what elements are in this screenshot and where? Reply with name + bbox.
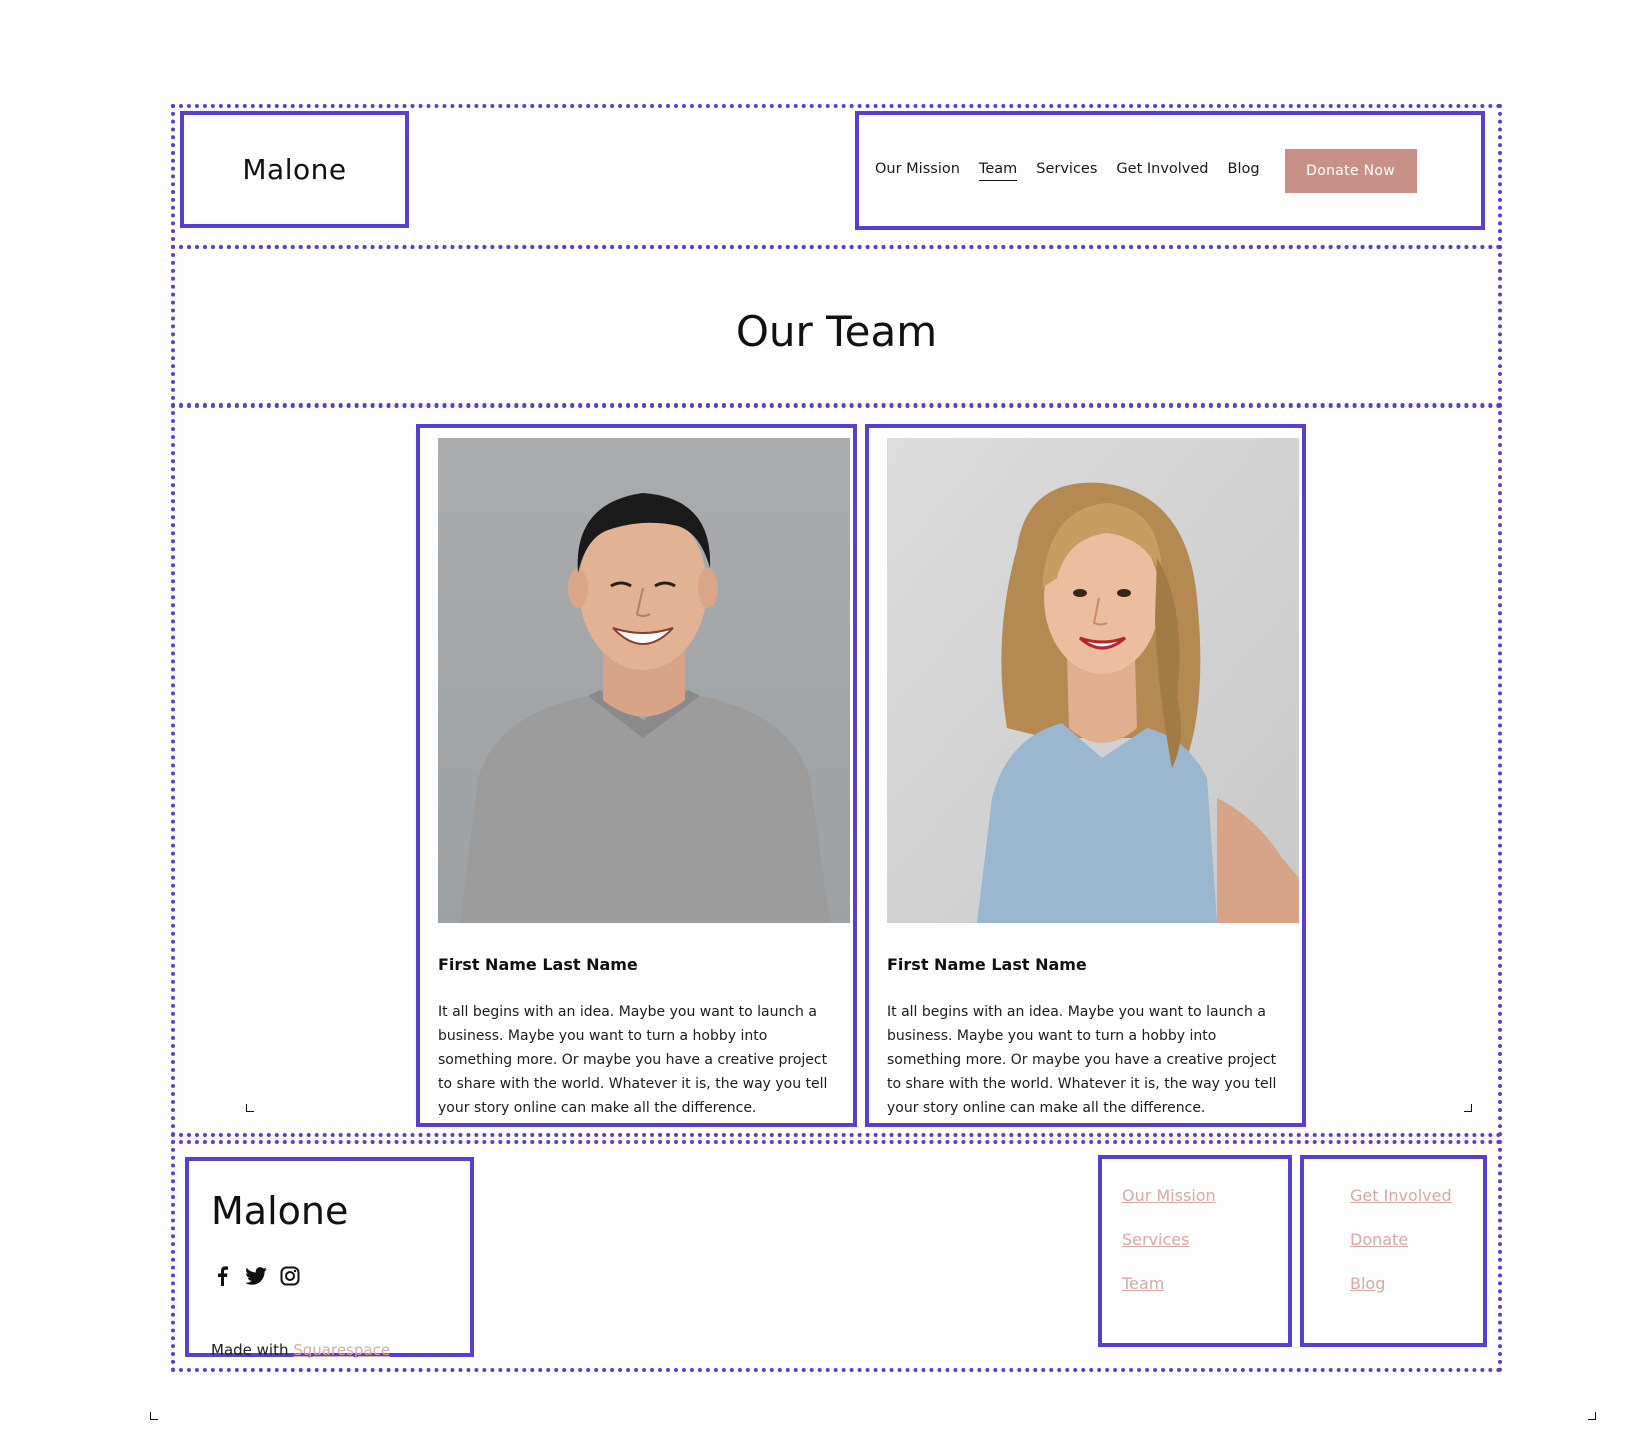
made-with-prefix: Made with <box>211 1341 294 1359</box>
footer-link-blog[interactable]: Blog <box>1350 1273 1483 1295</box>
nav-item-get-involved[interactable]: Get Involved <box>1116 161 1208 180</box>
instagram-icon[interactable] <box>279 1265 301 1287</box>
nav-item-services[interactable]: Services <box>1036 161 1097 180</box>
corner-mark <box>246 1104 254 1112</box>
corner-mark <box>1588 1412 1596 1420</box>
team-member-photo-woman <box>887 438 1299 923</box>
twitter-icon[interactable] <box>245 1265 267 1287</box>
footer-link-our-mission[interactable]: Our Mission <box>1122 1185 1288 1207</box>
nav-item-blog[interactable]: Blog <box>1228 161 1260 180</box>
team-member-name: First Name Last Name <box>887 955 1087 974</box>
main-nav: Our Mission Team Services Get Involved B… <box>855 111 1485 230</box>
footer-logo[interactable]: Malone <box>211 1189 348 1233</box>
footer-brand-box: Malone Made with Squarespace <box>185 1157 474 1359</box>
nav-item-our-mission[interactable]: Our Mission <box>875 161 960 180</box>
team-member-bio: It all begins with an idea. Maybe you wa… <box>887 1004 1277 1116</box>
site-logo[interactable]: Malone <box>242 153 346 186</box>
team-member-card: First Name Last Name It all begins with … <box>416 424 857 1127</box>
nav-item-team[interactable]: Team <box>978 161 1018 181</box>
donate-now-button[interactable]: Donate Now <box>1284 148 1417 193</box>
team-member-photo-man <box>438 438 850 923</box>
made-with-credit: Made with Squarespace <box>211 1341 390 1359</box>
social-links <box>211 1265 301 1287</box>
corner-mark <box>150 1412 158 1420</box>
footer-link-team[interactable]: Team <box>1122 1273 1288 1295</box>
footer-link-services[interactable]: Services <box>1122 1229 1288 1251</box>
team-member-name: First Name Last Name <box>438 955 638 974</box>
page-title: Our Team <box>735 307 938 356</box>
page: Malone Our Mission Team Services Get Inv… <box>0 0 1630 1434</box>
footer-links-column-1: Our Mission Services Team <box>1098 1155 1292 1347</box>
footer-link-donate[interactable]: Donate <box>1350 1229 1483 1251</box>
footer-link-get-involved[interactable]: Get Involved <box>1350 1185 1483 1207</box>
team-member-bio: It all begins with an idea. Maybe you wa… <box>438 1004 828 1116</box>
footer-links-column-2: Get Involved Donate Blog <box>1300 1155 1487 1347</box>
corner-mark <box>1464 1104 1472 1112</box>
facebook-icon[interactable] <box>211 1265 233 1287</box>
squarespace-link[interactable]: Squarespace <box>293 1341 390 1359</box>
team-member-card: First Name Last Name It all begins with … <box>865 424 1306 1127</box>
site-logo-box[interactable]: Malone <box>180 111 409 228</box>
